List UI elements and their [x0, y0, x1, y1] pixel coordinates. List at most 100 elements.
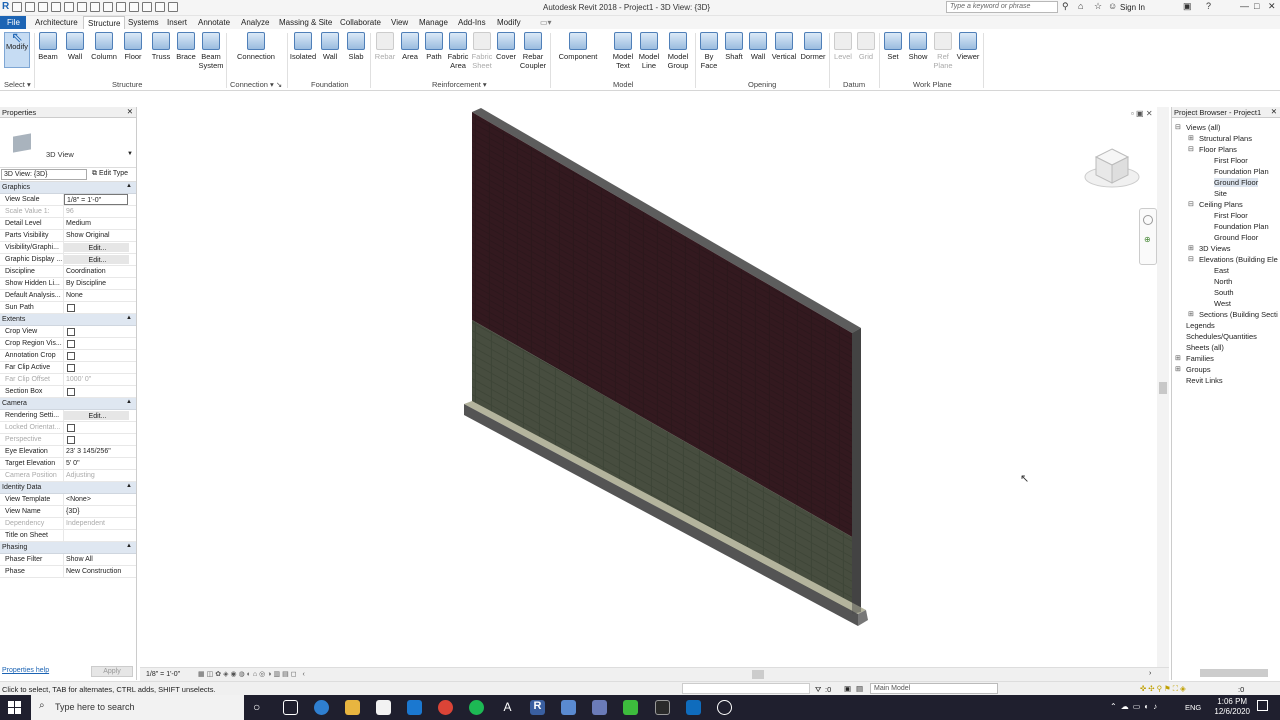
- save-icon[interactable]: [25, 1, 36, 12]
- app-icon[interactable]: [592, 700, 607, 715]
- tree-expander-icon[interactable]: ⊟: [1188, 200, 1194, 208]
- property-checkbox[interactable]: [67, 424, 75, 432]
- browser-scroll-thumb[interactable]: [1200, 669, 1268, 677]
- switch-windows-icon[interactable]: [168, 1, 179, 12]
- property-value[interactable]: <None>: [64, 494, 136, 505]
- path-button[interactable]: Path: [423, 32, 445, 61]
- terminal-icon[interactable]: [655, 700, 670, 715]
- chevron-down-icon[interactable]: ▼: [127, 151, 133, 157]
- cover-button[interactable]: Cover: [495, 32, 517, 61]
- viewcube-graphic[interactable]: [1084, 147, 1140, 195]
- editable-only-icon[interactable]: ▤: [856, 684, 863, 693]
- property-row[interactable]: Locked Orientat...: [0, 422, 136, 434]
- grid-button[interactable]: Grid: [856, 32, 876, 61]
- user-icon[interactable]: ☺: [1108, 1, 1117, 11]
- property-row[interactable]: Parts Visibility Show Original: [0, 230, 136, 242]
- property-row[interactable]: View Scale 1/8" = 1'-0": [0, 194, 136, 206]
- property-value[interactable]: By Discipline: [64, 278, 136, 289]
- horizontal-scroll-thumb[interactable]: [752, 670, 764, 679]
- edge-icon[interactable]: [314, 700, 329, 715]
- property-value[interactable]: [64, 350, 136, 361]
- tab-manage[interactable]: Manage: [419, 18, 448, 27]
- browser-node[interactable]: 3D Views: [1199, 244, 1231, 253]
- property-row[interactable]: Eye Elevation 23' 3 145/256": [0, 446, 136, 458]
- property-value[interactable]: [64, 326, 136, 337]
- property-row[interactable]: Phase New Construction: [0, 566, 136, 578]
- model-group-button[interactable]: Model Group: [664, 32, 692, 70]
- property-value[interactable]: [64, 530, 136, 541]
- viewer-button[interactable]: Viewer: [955, 32, 981, 61]
- property-value[interactable]: [64, 434, 136, 445]
- property-row[interactable]: View Template <None>: [0, 494, 136, 506]
- panel-label-reinforcement[interactable]: Reinforcement ▾: [432, 80, 487, 89]
- browser-node[interactable]: North: [1214, 277, 1232, 286]
- set-button[interactable]: Set: [883, 32, 903, 61]
- property-row[interactable]: Far Clip Offset 1000' 0": [0, 374, 136, 386]
- section-camera[interactable]: Camera ▲: [0, 398, 136, 410]
- tab-massing-site[interactable]: Massing & Site: [279, 18, 332, 27]
- property-value[interactable]: 1/8" = 1'-0": [64, 194, 128, 205]
- browser-node[interactable]: Sheets (all): [1186, 343, 1224, 352]
- tab-insert[interactable]: Insert: [167, 18, 187, 27]
- browser-node[interactable]: Floor Plans: [1199, 145, 1237, 154]
- tree-expander-icon[interactable]: ⊟: [1175, 123, 1181, 131]
- task-view-icon[interactable]: [283, 700, 298, 715]
- property-value[interactable]: None: [64, 290, 136, 301]
- property-row[interactable]: Default Analysis... None: [0, 290, 136, 302]
- apply-button[interactable]: Apply: [91, 666, 133, 677]
- property-row[interactable]: Scale Value 1: 96: [0, 206, 136, 218]
- section-graphics[interactable]: Graphics ▲: [0, 182, 136, 194]
- redo-icon[interactable]: [64, 1, 75, 12]
- browser-node[interactable]: East: [1214, 266, 1229, 275]
- tab-systems[interactable]: Systems: [128, 18, 159, 27]
- panel-label-connection[interactable]: Connection ▾ ↘: [230, 80, 282, 89]
- browser-node[interactable]: West: [1214, 299, 1231, 308]
- browser-node[interactable]: Schedules/Quantities: [1186, 332, 1257, 341]
- measure-icon[interactable]: [90, 1, 101, 12]
- view-scale[interactable]: 1/8" = 1'-0": [146, 671, 180, 678]
- favorites-icon[interactable]: ☆: [1094, 1, 1102, 12]
- sign-in-button[interactable]: Sign In: [1120, 3, 1145, 12]
- property-value[interactable]: 1000' 0": [64, 374, 136, 385]
- property-checkbox[interactable]: [67, 352, 75, 360]
- property-row[interactable]: Phase Filter Show All: [0, 554, 136, 566]
- tab-analyze[interactable]: Analyze: [241, 18, 269, 27]
- scrollbar-thumb[interactable]: [1159, 382, 1167, 394]
- property-checkbox[interactable]: [67, 340, 75, 348]
- revit-taskbar-icon[interactable]: R: [530, 700, 545, 715]
- fabric-sheet-button[interactable]: Fabric Sheet: [471, 32, 493, 70]
- autocad-icon[interactable]: A: [500, 700, 515, 715]
- tree-expander-icon[interactable]: ⊞: [1188, 244, 1194, 252]
- property-value[interactable]: Show All: [64, 554, 136, 565]
- revit-logo-icon[interactable]: R: [2, 1, 9, 12]
- search-input[interactable]: Type a keyword or phrase: [946, 1, 1058, 13]
- scroll-right-icon[interactable]: ›: [1149, 670, 1151, 677]
- property-value[interactable]: Edit...: [64, 411, 129, 420]
- edit-type-button[interactable]: ⧉ Edit Type: [92, 170, 128, 178]
- beam-button[interactable]: Beam: [36, 32, 60, 61]
- clock[interactable]: 1:06 PM 12/6/2020: [1214, 697, 1250, 717]
- browser-node[interactable]: Ground Floor: [1214, 178, 1259, 187]
- calculator-icon[interactable]: [561, 700, 576, 715]
- close-icon[interactable]: ✕: [1271, 107, 1277, 116]
- property-row[interactable]: Graphic Display ... Edit...: [0, 254, 136, 266]
- beam-system-button[interactable]: Beam System: [198, 32, 224, 70]
- outlook-icon[interactable]: [686, 700, 701, 715]
- model-line-button[interactable]: Model Line: [637, 32, 661, 70]
- browser-node[interactable]: Legends: [1186, 321, 1215, 330]
- modify-button[interactable]: ⇖ Modify: [4, 30, 30, 68]
- steering-wheel-icon[interactable]: [1143, 215, 1153, 225]
- truss-button[interactable]: Truss: [149, 32, 173, 61]
- tab-annotate[interactable]: Annotate: [198, 18, 230, 27]
- selection-filter-icons[interactable]: ✜✣⚲⚑⛶◈: [1140, 684, 1188, 694]
- browser-node[interactable]: First Floor: [1214, 156, 1248, 165]
- property-checkbox[interactable]: [67, 388, 75, 396]
- zoom-icon[interactable]: ⊕: [1144, 235, 1152, 244]
- browser-node[interactable]: South: [1214, 288, 1234, 297]
- store-icon[interactable]: [376, 700, 391, 715]
- viewcube[interactable]: [1084, 147, 1140, 195]
- browser-node[interactable]: Sections (Building Secti: [1199, 310, 1278, 319]
- slab-foundation-button[interactable]: Slab: [344, 32, 368, 61]
- instance-filter-select[interactable]: 3D View: {3D}: [1, 169, 87, 180]
- browser-node[interactable]: Ceiling Plans: [1199, 200, 1243, 209]
